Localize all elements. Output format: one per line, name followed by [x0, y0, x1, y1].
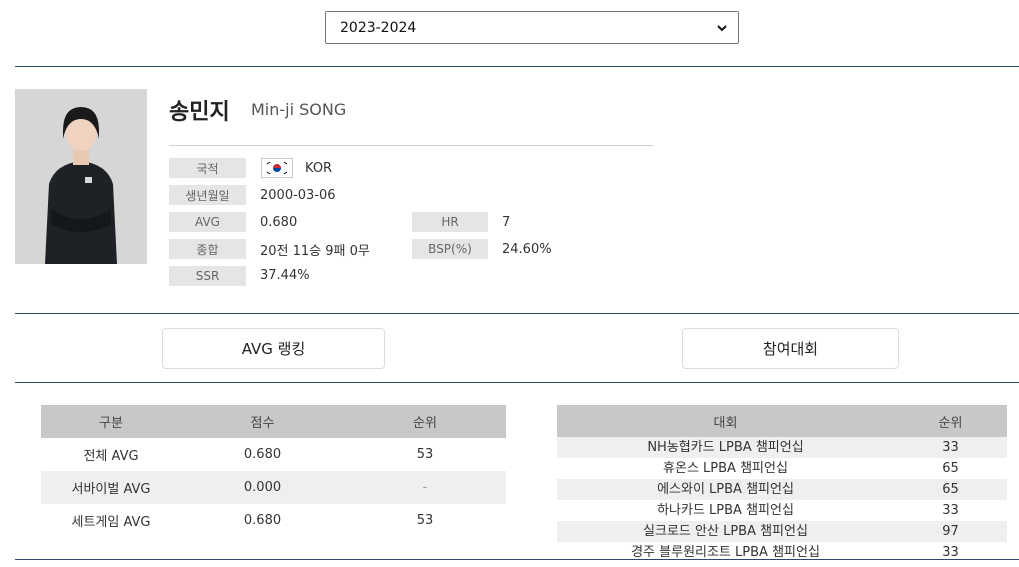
value-record: 20전 11승 9패 0무 [260, 243, 370, 259]
value-birth: 2000-03-06 [260, 187, 336, 203]
chevron-down-icon [716, 22, 728, 34]
divider-lower [15, 382, 1019, 383]
label-avg: AVG [169, 212, 246, 232]
cell-category: 세트게임 AVG [71, 515, 151, 530]
cell-rank: 33 [894, 437, 1007, 458]
cell-tournament-name: 하나카드 LPBA 챔피언십 [657, 503, 794, 518]
cell-rank: 65 [942, 461, 959, 476]
cell-rank: 53 [416, 513, 434, 528]
korea-flag-icon [261, 158, 293, 178]
cell-tournament-name: NH농협카드 LPBA 챔피언십 [557, 437, 894, 458]
value-avg: 0.680 [260, 214, 298, 230]
cell-rank: 53 [416, 447, 434, 462]
tournament-table: 대회 순위 NH농협카드 LPBA 챔피언십 33 휴온스 LPBA 챔피언십 … [557, 405, 1007, 563]
cell-category: 전체 AVG [83, 449, 139, 464]
table-row[interactable]: 실크로드 안산 LPBA 챔피언십 97 [557, 521, 1007, 542]
label-bsp: BSP(%) [412, 239, 488, 259]
player-photo [15, 89, 147, 264]
table-row[interactable]: 휴온스 LPBA 챔피언십 65 [557, 458, 1007, 479]
cell-rank: 33 [942, 503, 959, 518]
player-name-korean: 송민지 [169, 100, 230, 125]
player-name-english: Min-ji SONG [251, 100, 347, 119]
table-row: 세트게임 AVG 0.680 53 [41, 504, 506, 537]
divider-middle [15, 313, 1019, 314]
cell-category: 서바이벌 AVG [41, 471, 181, 504]
cell-tournament-name: 휴온스 LPBA 챔피언십 [663, 461, 788, 476]
table-header-row: 대회 순위 [557, 405, 1007, 437]
header-tournament: 대회 [557, 405, 894, 437]
cell-rank: 97 [894, 521, 1007, 542]
table-row: 전체 AVG 0.680 53 [41, 438, 506, 471]
divider-bottom [15, 559, 1019, 560]
cell-score: 0.000 [181, 471, 344, 504]
table-row[interactable]: 하나카드 LPBA 챔피언십 33 [557, 500, 1007, 521]
divider-top [15, 66, 1019, 67]
label-birth: 생년월일 [169, 185, 246, 205]
tab-tournaments[interactable]: 참여대회 [682, 328, 899, 369]
label-nationality: 국적 [169, 158, 246, 178]
header-category: 구분 [41, 405, 181, 438]
label-record: 종합 [169, 239, 246, 259]
value-nationality: KOR [305, 160, 333, 176]
table-header-row: 구분 점수 순위 [41, 405, 506, 438]
value-hr: 7 [502, 214, 511, 230]
label-hr: HR [412, 212, 488, 232]
cell-tournament-name: 에스와이 LPBA 챔피언십 [557, 479, 894, 500]
table-row: 서바이벌 AVG 0.000 - [41, 471, 506, 504]
cell-tournament-name: 실크로드 안산 LPBA 챔피언십 [557, 521, 894, 542]
table-row[interactable]: 에스와이 LPBA 챔피언십 65 [557, 479, 1007, 500]
tab-avg-ranking[interactable]: AVG 랭킹 [162, 328, 385, 369]
label-ssr: SSR [169, 266, 246, 286]
value-bsp: 24.60% [502, 241, 552, 257]
avg-ranking-table: 구분 점수 순위 전체 AVG 0.680 53 서바이벌 AVG 0.000 … [41, 405, 506, 537]
name-divider [169, 145, 653, 146]
cell-score: 0.680 [243, 447, 282, 462]
cell-rank: - [344, 471, 506, 504]
value-ssr: 37.44% [260, 267, 310, 283]
table-row[interactable]: NH농협카드 LPBA 챔피언십 33 [557, 437, 1007, 458]
header-rank: 순위 [894, 405, 1007, 437]
season-select-value: 2023-2024 [340, 19, 417, 36]
cell-rank: 65 [894, 479, 1007, 500]
header-score: 점수 [181, 405, 344, 438]
header-rank: 순위 [344, 405, 506, 438]
cell-score: 0.680 [243, 513, 282, 528]
season-select[interactable]: 2023-2024 [325, 11, 739, 44]
